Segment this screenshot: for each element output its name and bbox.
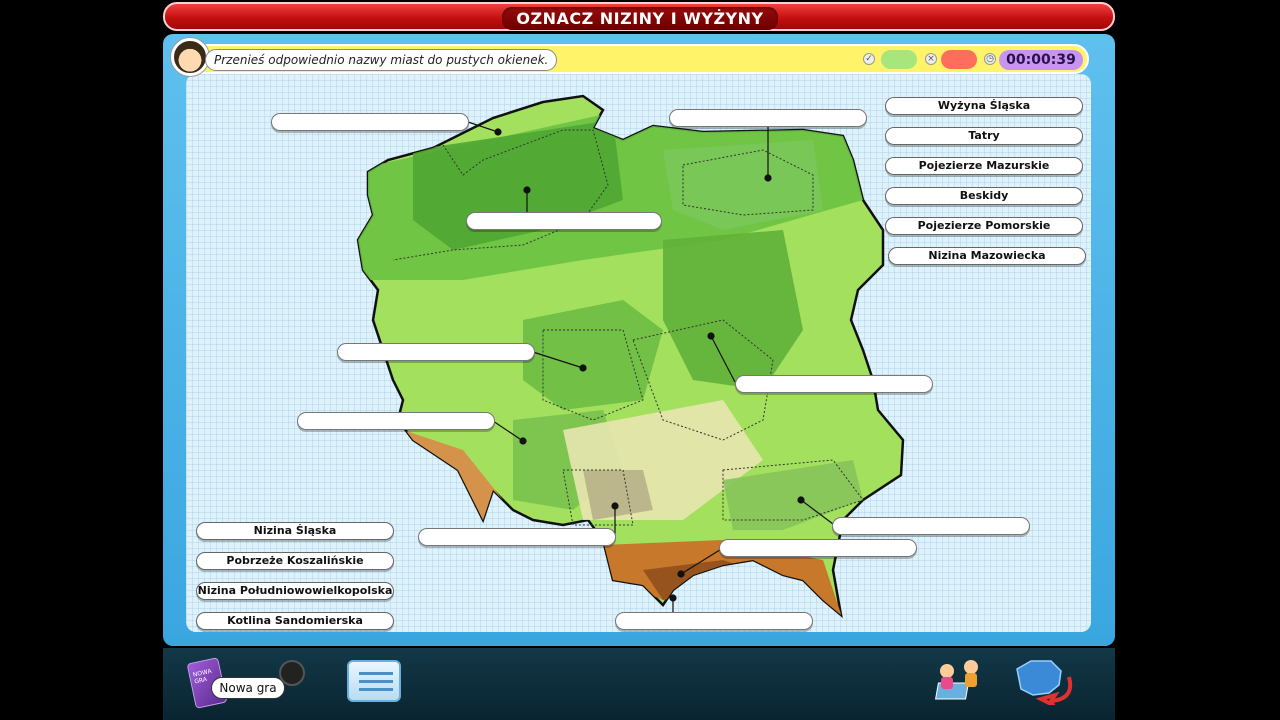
drop-box-6[interactable] (297, 412, 495, 430)
label-pobrzeze-koszalinskie[interactable]: Pobrzeże Koszalińskie (196, 552, 394, 570)
label-nizina-slaska[interactable]: Nizina Śląska (196, 522, 394, 540)
drop-box-2[interactable] (669, 109, 867, 127)
drop-box-10[interactable] (615, 612, 813, 630)
girl-avatar-icon (171, 38, 209, 76)
label-wyzyna-slaska[interactable]: Wyżyna Śląska (885, 97, 1083, 115)
label-kotlina-sandomierska[interactable]: Kotlina Sandomierska (196, 612, 394, 630)
label-pojezierze-pomorskie[interactable]: Pojezierze Pomorskie (885, 217, 1083, 235)
label-beskidy[interactable]: Beskidy (885, 187, 1083, 205)
cross-icon: × (925, 53, 937, 65)
label-nizina-poludniowowielkopolska[interactable]: Nizina Południowowielkopolska (196, 582, 394, 600)
drop-box-3[interactable] (466, 212, 662, 230)
stopwatch-icon: ◷ (984, 53, 996, 65)
check-icon: ✓ (863, 53, 875, 65)
label-nizina-mazowiecka[interactable]: Nizina Mazowiecka (888, 247, 1086, 265)
drop-box-1[interactable] (271, 113, 469, 131)
correct-score (881, 50, 917, 69)
label-pojezierze-mazurskie[interactable]: Pojezierze Mazurskie (885, 157, 1083, 175)
wrong-score (941, 50, 977, 69)
task-list-icon[interactable] (347, 660, 401, 702)
drop-box-9[interactable] (719, 539, 917, 557)
game-stage: OZNACZ NIZINY I WYŻYNY Przenieś odpowied… (163, 0, 1117, 720)
instruction-text: Przenieś odpowiednio nazwy miast do pust… (205, 49, 558, 71)
drop-box-8[interactable] (832, 517, 1030, 535)
timer: 00:00:39 (999, 50, 1083, 70)
drop-box-5[interactable] (735, 375, 933, 393)
new-game-button[interactable]: Nowa gra (211, 677, 285, 699)
kids-with-map-icon[interactable] (933, 657, 987, 703)
label-tatry[interactable]: Tatry (885, 127, 1083, 145)
drop-box-7[interactable] (418, 528, 616, 546)
drop-box-4[interactable] (337, 343, 535, 361)
map-return-icon[interactable] (1011, 655, 1083, 705)
